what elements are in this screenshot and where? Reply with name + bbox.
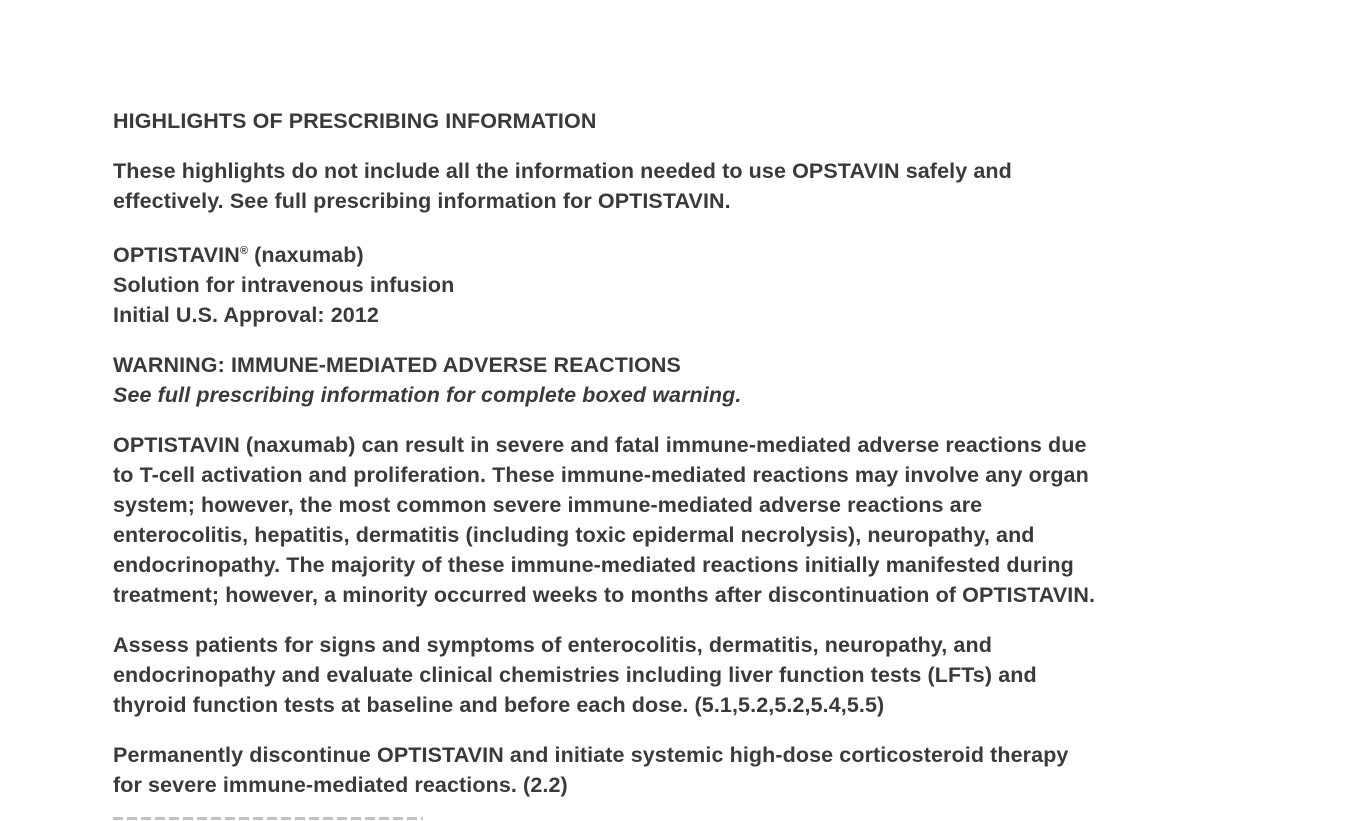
- product-name: OPTISTAVIN: [113, 243, 240, 267]
- warning-paragraph: OPTISTAVIN (naxumab) can result in sever…: [113, 430, 1273, 610]
- product-approval: Initial U.S. Approval: 2012: [113, 303, 379, 327]
- title-block: HIGHLIGHTS OF PRESCRIBING INFORMATION: [113, 106, 1273, 136]
- prescribing-highlights: HIGHLIGHTS OF PRESCRIBING INFORMATION Th…: [113, 106, 1273, 820]
- paragraph-line: enterocolitis, hepatitis, dermatitis (in…: [113, 523, 1035, 547]
- paragraph-line: thyroid function tests at baseline and b…: [113, 693, 885, 717]
- warning-paragraph: Assess patients for signs and symptoms o…: [113, 630, 1273, 720]
- paragraph-line: endocrinopathy and evaluate clinical che…: [113, 663, 1037, 687]
- product-info: OPTISTAVIN® (naxumab) Solution for intra…: [113, 236, 1273, 330]
- warning-heading: WARNING: IMMUNE-MEDIATED ADVERSE REACTIO…: [113, 353, 681, 377]
- warning-header: WARNING: IMMUNE-MEDIATED ADVERSE REACTIO…: [113, 350, 1273, 410]
- paragraph-line: for severe immune-mediated reactions. (2…: [113, 773, 568, 797]
- product-generic-name: (naxumab): [248, 243, 364, 267]
- product-name-line: OPTISTAVIN® (naxumab): [113, 236, 1273, 270]
- paragraph-line: treatment; however, a minority occurred …: [113, 583, 1096, 607]
- paragraph-line: to T-cell activation and proliferation. …: [113, 463, 1089, 487]
- paragraph-line: system; however, the most common severe …: [113, 493, 983, 517]
- page-title: HIGHLIGHTS OF PRESCRIBING INFORMATION: [113, 109, 597, 133]
- paragraph-line: Assess patients for signs and symptoms o…: [113, 633, 992, 657]
- intro-paragraph: These highlights do not include all the …: [113, 156, 1273, 216]
- intro-line: effectively. See full prescribing inform…: [113, 189, 731, 213]
- warning-subheading: See full prescribing information for com…: [113, 383, 742, 407]
- warning-paragraph: Permanently discontinue OPTISTAVIN and i…: [113, 740, 1273, 800]
- paragraph-line: endocrinopathy. The majority of these im…: [113, 553, 1074, 577]
- cut-off-text-fragment: [113, 817, 423, 820]
- product-form: Solution for intravenous infusion: [113, 273, 455, 297]
- paragraph-line: OPTISTAVIN (naxumab) can result in sever…: [113, 433, 1087, 457]
- registered-trademark: ®: [239, 245, 249, 257]
- document-page: { "document": { "title": "HIGHLIGHTS OF …: [0, 0, 1346, 821]
- cut-off-next-line: [113, 815, 423, 821]
- intro-line: These highlights do not include all the …: [113, 159, 1012, 183]
- paragraph-line: Permanently discontinue OPTISTAVIN and i…: [113, 743, 1069, 767]
